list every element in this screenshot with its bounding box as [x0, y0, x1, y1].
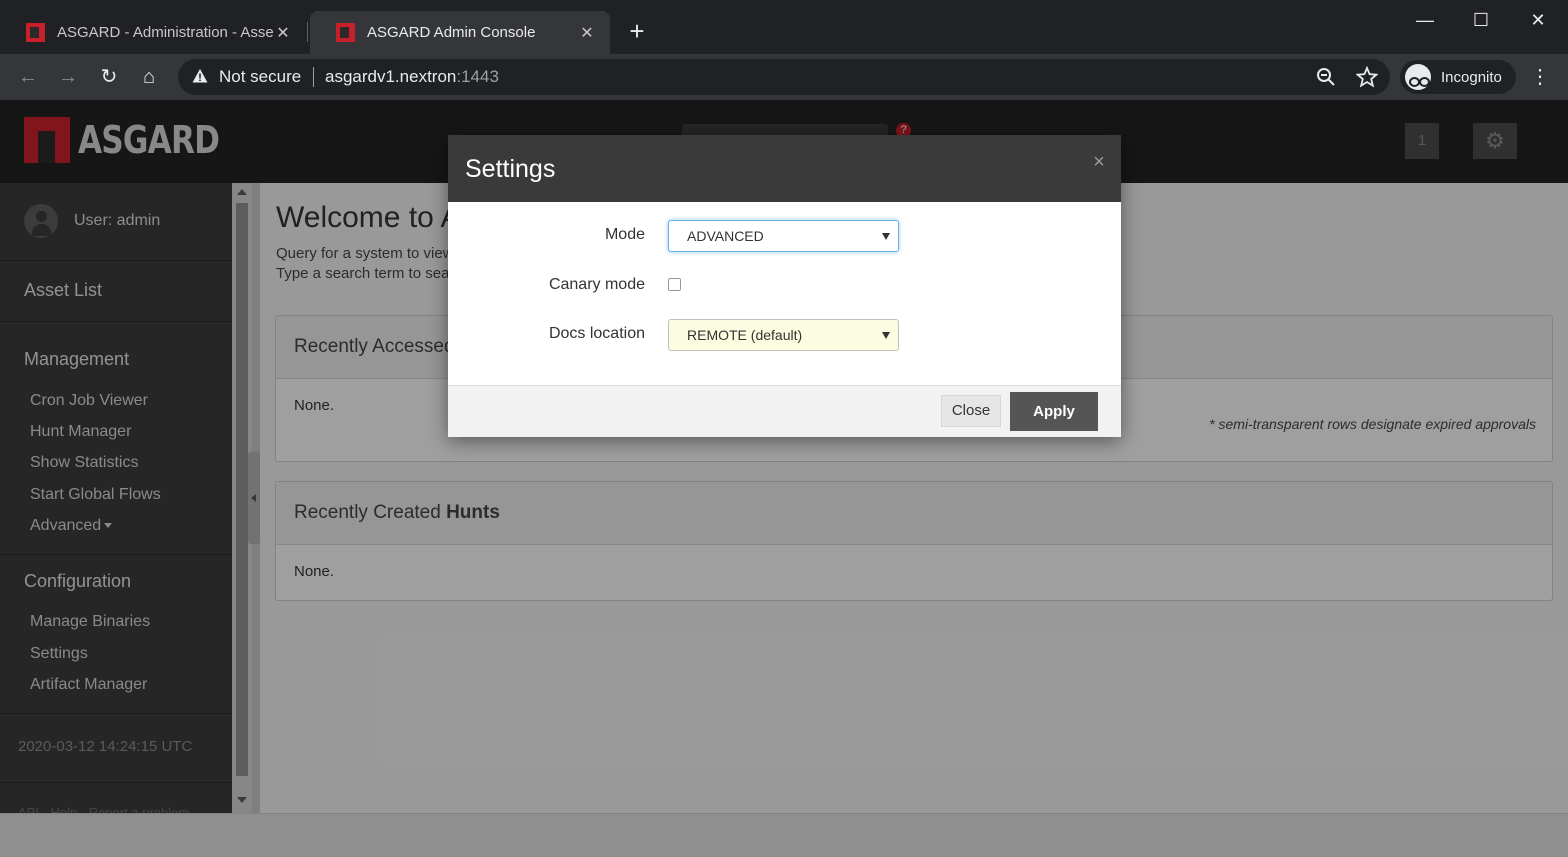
- tab-separator: [307, 22, 308, 42]
- modal-body: Mode ADVANCED Canary mode Docs location …: [448, 202, 1121, 385]
- modal-header: Settings ×: [448, 135, 1121, 202]
- incognito-profile-button[interactable]: Incognito: [1400, 60, 1516, 94]
- new-tab-button[interactable]: +: [624, 18, 650, 46]
- browser-toolbar: ← → ↻ ⌂ Not secure asgardv1.nextron:1443…: [0, 54, 1568, 100]
- url-host: asgardv1.nextron: [325, 67, 457, 86]
- settings-modal: Settings × Mode ADVANCED Canary mode Doc…: [448, 135, 1121, 437]
- incognito-label: Incognito: [1441, 68, 1502, 86]
- tab-asset-administration[interactable]: ASGARD - Administration - Asset ✕: [0, 11, 306, 54]
- asgard-favicon-icon: [336, 23, 355, 42]
- reload-icon[interactable]: ↻: [96, 64, 122, 90]
- asgard-favicon-icon: [26, 23, 45, 42]
- dropdown-arrow-icon: [882, 332, 890, 339]
- docs-location-label: Docs location: [548, 325, 645, 342]
- incognito-icon: [1405, 64, 1431, 90]
- asgard-app: ASGARD ? 1 ⚙ User: admin Asset List Mana…: [0, 100, 1568, 857]
- zoom-icon[interactable]: [1315, 66, 1337, 88]
- home-icon[interactable]: ⌂: [136, 64, 162, 90]
- docs-location-select-value: REMOTE (default): [687, 327, 803, 343]
- tab-admin-console[interactable]: ASGARD Admin Console ✕: [310, 11, 610, 54]
- minimize-button[interactable]: —: [1405, 6, 1445, 34]
- browser-tab-bar: ASGARD - Administration - Asset ✕ ASGARD…: [0, 0, 1568, 54]
- docs-location-select[interactable]: REMOTE (default): [668, 319, 899, 351]
- modal-footer: Close Apply: [448, 385, 1121, 437]
- tab-title: ASGARD Admin Console: [367, 24, 536, 41]
- url-port: :1443: [456, 67, 499, 86]
- url-text[interactable]: asgardv1.nextron:1443: [325, 67, 499, 87]
- canary-mode-label: Canary mode: [548, 276, 645, 293]
- modal-title: Settings: [465, 155, 556, 183]
- canary-mode-checkbox[interactable]: [668, 278, 681, 291]
- close-tab-icon[interactable]: ✕: [578, 23, 596, 43]
- close-button[interactable]: Close: [941, 395, 1001, 427]
- close-window-button[interactable]: ✕: [1518, 6, 1558, 34]
- warning-icon[interactable]: [192, 68, 208, 84]
- back-arrow-icon[interactable]: ←: [15, 64, 41, 90]
- dropdown-arrow-icon: [882, 233, 890, 240]
- browser-menu-icon[interactable]: ⋮: [1528, 64, 1552, 90]
- modal-close-icon[interactable]: ×: [1091, 151, 1107, 174]
- star-icon[interactable]: [1356, 66, 1378, 88]
- security-status-text[interactable]: Not secure: [219, 67, 301, 87]
- mode-select[interactable]: ADVANCED: [668, 220, 899, 252]
- forward-arrow-icon[interactable]: →: [55, 64, 81, 90]
- tab-title: ASGARD - Administration - Asset: [57, 24, 274, 41]
- close-tab-icon[interactable]: ✕: [274, 23, 292, 43]
- apply-button[interactable]: Apply: [1010, 392, 1098, 431]
- address-divider: [313, 67, 314, 87]
- mode-label: Mode: [604, 226, 645, 243]
- maximize-button[interactable]: ☐: [1461, 6, 1501, 34]
- address-bar[interactable]: Not secure asgardv1.nextron:1443: [178, 59, 1390, 95]
- mode-select-value: ADVANCED: [687, 228, 764, 244]
